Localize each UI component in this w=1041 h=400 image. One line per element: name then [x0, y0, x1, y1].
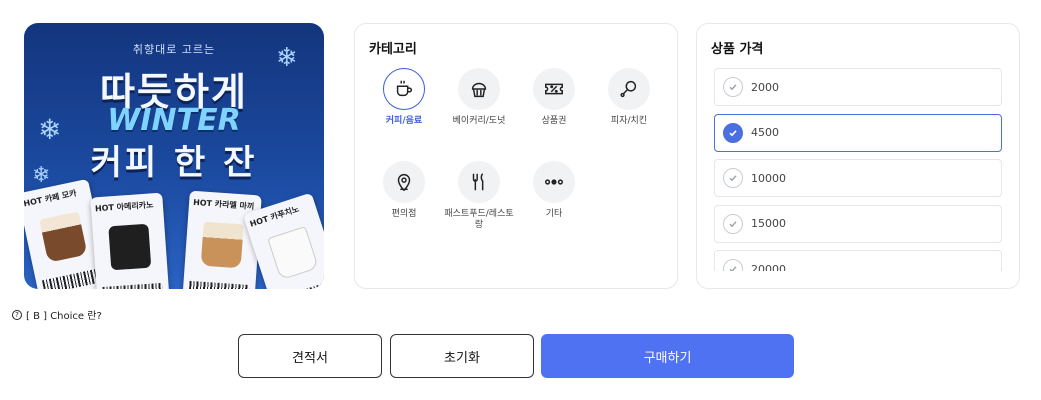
- category-panel: 카테고리 커피/음료 베이커리/도넛 상품권 피자/치킨 편의점 패스트푸드/레…: [354, 23, 678, 289]
- category-item-etc[interactable]: 기타: [519, 161, 589, 220]
- price-option-20000[interactable]: 20000: [714, 250, 1002, 271]
- fork-knife-icon: [458, 161, 500, 203]
- price-option-15000[interactable]: 15000: [714, 204, 1002, 243]
- category-label: 편의점: [391, 209, 417, 219]
- coupon-card-caption: HOT 카페 모카: [24, 188, 78, 209]
- check-icon: [723, 259, 743, 271]
- category-title: 카테고리: [369, 42, 417, 57]
- reset-button[interactable]: 초기화: [390, 334, 534, 378]
- price-option-2000[interactable]: 2000: [714, 68, 1002, 106]
- price-panel: 상품 가격 2000 4500 10000 15000 20000: [696, 23, 1020, 289]
- americano-cup-image: [108, 223, 152, 271]
- check-icon: [723, 168, 743, 188]
- choice-help-text: [ B ] Choice 란?: [26, 311, 102, 322]
- caramel-macchiato-cup-image: [200, 221, 244, 269]
- category-item-coffee[interactable]: 커피/음료: [369, 68, 439, 127]
- category-item-bakery[interactable]: 베이커리/도넛: [444, 68, 514, 127]
- check-icon: [723, 122, 743, 143]
- price-option-label: 20000: [751, 262, 786, 272]
- more-dots-icon: [533, 161, 575, 203]
- price-option-4500[interactable]: 4500: [714, 113, 1002, 152]
- banner-title-line3: 커피 한 잔: [90, 143, 258, 183]
- barcode: [41, 267, 104, 289]
- banner-title-line2: WINTER: [107, 103, 241, 138]
- category-label: 커피/음료: [385, 116, 423, 126]
- cappuccino-cup-image: [267, 226, 319, 281]
- price-option-label: 4500: [751, 126, 779, 139]
- category-label: 상품권: [541, 116, 567, 126]
- check-icon: [723, 213, 743, 234]
- barcode: [188, 280, 250, 289]
- barcode: [102, 282, 164, 289]
- category-label: 기타: [545, 209, 563, 219]
- category-item-convenience-store[interactable]: 편의점: [369, 161, 439, 220]
- location-pin-icon: [383, 161, 425, 203]
- coupon-card-caption: HOT 아메리카노: [94, 200, 154, 214]
- buy-button[interactable]: 구매하기: [541, 334, 794, 378]
- chicken-leg-icon: [608, 68, 650, 110]
- coffee-cup-icon: [383, 68, 425, 110]
- price-title: 상품 가격: [711, 42, 764, 57]
- category-label: 패스트푸드/레스토랑: [444, 209, 514, 230]
- coupon-card: HOT 아메리카노: [90, 192, 170, 289]
- coupon-card-caption: HOT 카라멜 마끼: [192, 197, 255, 212]
- price-option-list[interactable]: 2000 4500 10000 15000 20000: [714, 68, 1003, 271]
- banner-subtitle: 취향대로 고르는: [132, 43, 216, 56]
- product-banner-image: ❄ ❄ ❄ 취향대로 고르는 따듯하게 WINTER 커피 한 잔 HOT 카페…: [24, 23, 324, 289]
- category-label: 피자/치킨: [610, 116, 648, 126]
- question-circle-icon: ?: [12, 309, 22, 320]
- barcode: [276, 280, 324, 289]
- muffin-icon: [458, 68, 500, 110]
- category-item-voucher[interactable]: 상품권: [519, 68, 589, 127]
- choice-help-link[interactable]: ? [ B ] Choice 란?: [12, 307, 102, 322]
- voucher-icon: [533, 68, 575, 110]
- price-option-label: 10000: [751, 171, 786, 185]
- mocha-cup-image: [39, 211, 88, 263]
- price-option-label: 15000: [751, 217, 786, 230]
- coupon-card: HOT 카라멜 마끼: [182, 190, 262, 289]
- check-icon: [723, 77, 743, 97]
- category-item-fastfood-restaurant[interactable]: 패스트푸드/레스토랑: [444, 161, 514, 231]
- quote-button[interactable]: 견적서: [238, 334, 382, 378]
- page: ❄ ❄ ❄ 취향대로 고르는 따듯하게 WINTER 커피 한 잔 HOT 카페…: [0, 0, 1041, 400]
- category-item-pizza-chicken[interactable]: 피자/치킨: [594, 68, 664, 127]
- price-option-label: 2000: [751, 80, 779, 94]
- price-option-10000[interactable]: 10000: [714, 159, 1002, 197]
- category-label: 베이커리/도넛: [452, 116, 506, 126]
